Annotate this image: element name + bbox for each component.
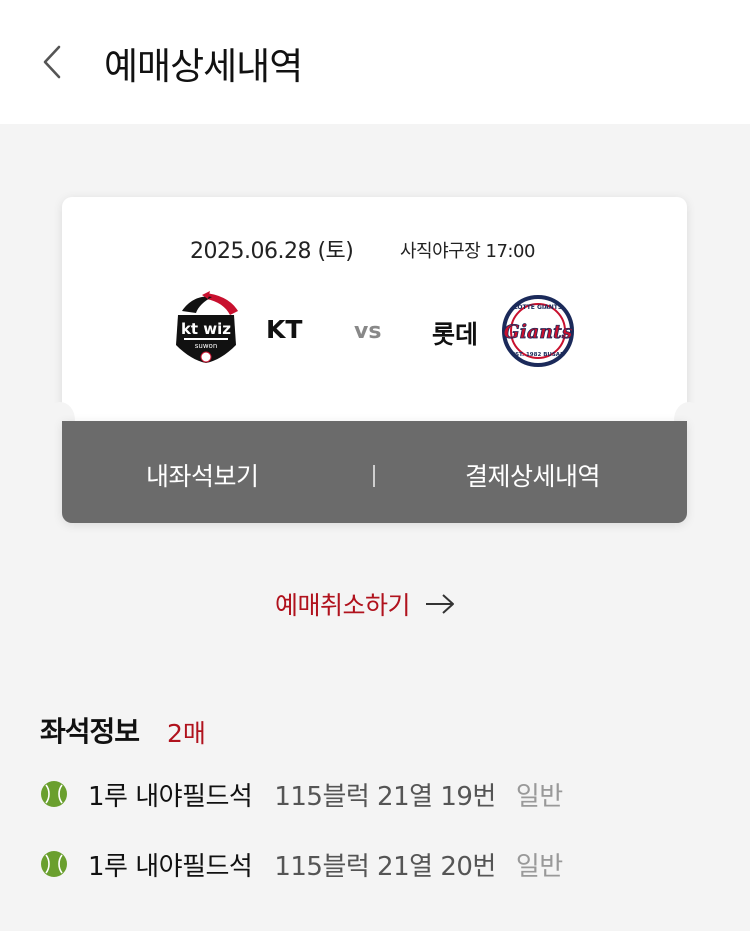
svg-text:kt wiz: kt wiz	[181, 320, 231, 338]
seat-type: 일반	[515, 781, 563, 812]
cancel-reservation-label: 예매취소하기	[275, 591, 411, 620]
cancel-reservation-link[interactable]: 예매취소하기	[275, 584, 456, 624]
seat-item: 1루 내야필드석 115블럭 21열 20번 일반	[40, 844, 563, 884]
my-seat-button[interactable]: 내좌석보기	[146, 455, 259, 495]
svg-text:Giants: Giants	[503, 321, 572, 343]
chevron-left-icon	[43, 45, 61, 79]
seat-detail: 115블럭 21열 19번	[274, 781, 496, 812]
svg-text:LOTTE GIANTS: LOTTE GIANTS	[514, 304, 562, 311]
seat-info-title: 좌석정보	[40, 715, 140, 748]
svg-text:suwon: suwon	[195, 342, 218, 350]
kt-wiz-logo: kt wiz suwon	[176, 291, 238, 363]
game-date: 2025.06.28 (토)	[190, 239, 354, 264]
seat-zone: 1루 내야필드석	[88, 851, 253, 882]
seat-type: 일반	[515, 851, 563, 882]
svg-text:EST. 1982 BUSAN: EST. 1982 BUSAN	[511, 352, 565, 358]
arrow-right-icon	[426, 594, 455, 614]
payment-detail-button[interactable]: 결제상세내역	[465, 455, 601, 495]
header: 예매상세내역	[0, 0, 750, 124]
away-team-name: 롯데	[432, 320, 479, 349]
seat-item: 1루 내야필드석 115블럭 21열 19번 일반	[40, 774, 563, 814]
actions-divider	[373, 465, 375, 487]
seat-detail: 115블럭 21열 20번	[274, 851, 496, 882]
page-title: 예매상세내역	[104, 45, 303, 88]
game-venue-time: 사직야구장 17:00	[400, 241, 535, 262]
home-team-name: KT	[266, 315, 303, 344]
baseball-icon	[41, 781, 67, 807]
seat-count: 2매	[167, 719, 206, 748]
seat-zone: 1루 내야필드석	[88, 781, 253, 812]
lotte-giants-logo: LOTTE GIANTS Giants EST. 1982 BUSAN	[502, 295, 574, 367]
back-button[interactable]	[30, 38, 74, 86]
vs-label: vs	[354, 319, 382, 344]
baseball-icon	[41, 851, 67, 877]
ticket-card: 2025.06.28 (토) 사직야구장 17:00 kt wiz suwon …	[45, 197, 704, 523]
ticket-info: 2025.06.28 (토) 사직야구장 17:00 kt wiz suwon …	[62, 197, 687, 421]
